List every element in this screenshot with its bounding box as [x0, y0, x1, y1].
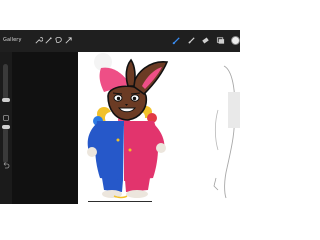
- clown-bunny-artwork: [87, 53, 240, 199]
